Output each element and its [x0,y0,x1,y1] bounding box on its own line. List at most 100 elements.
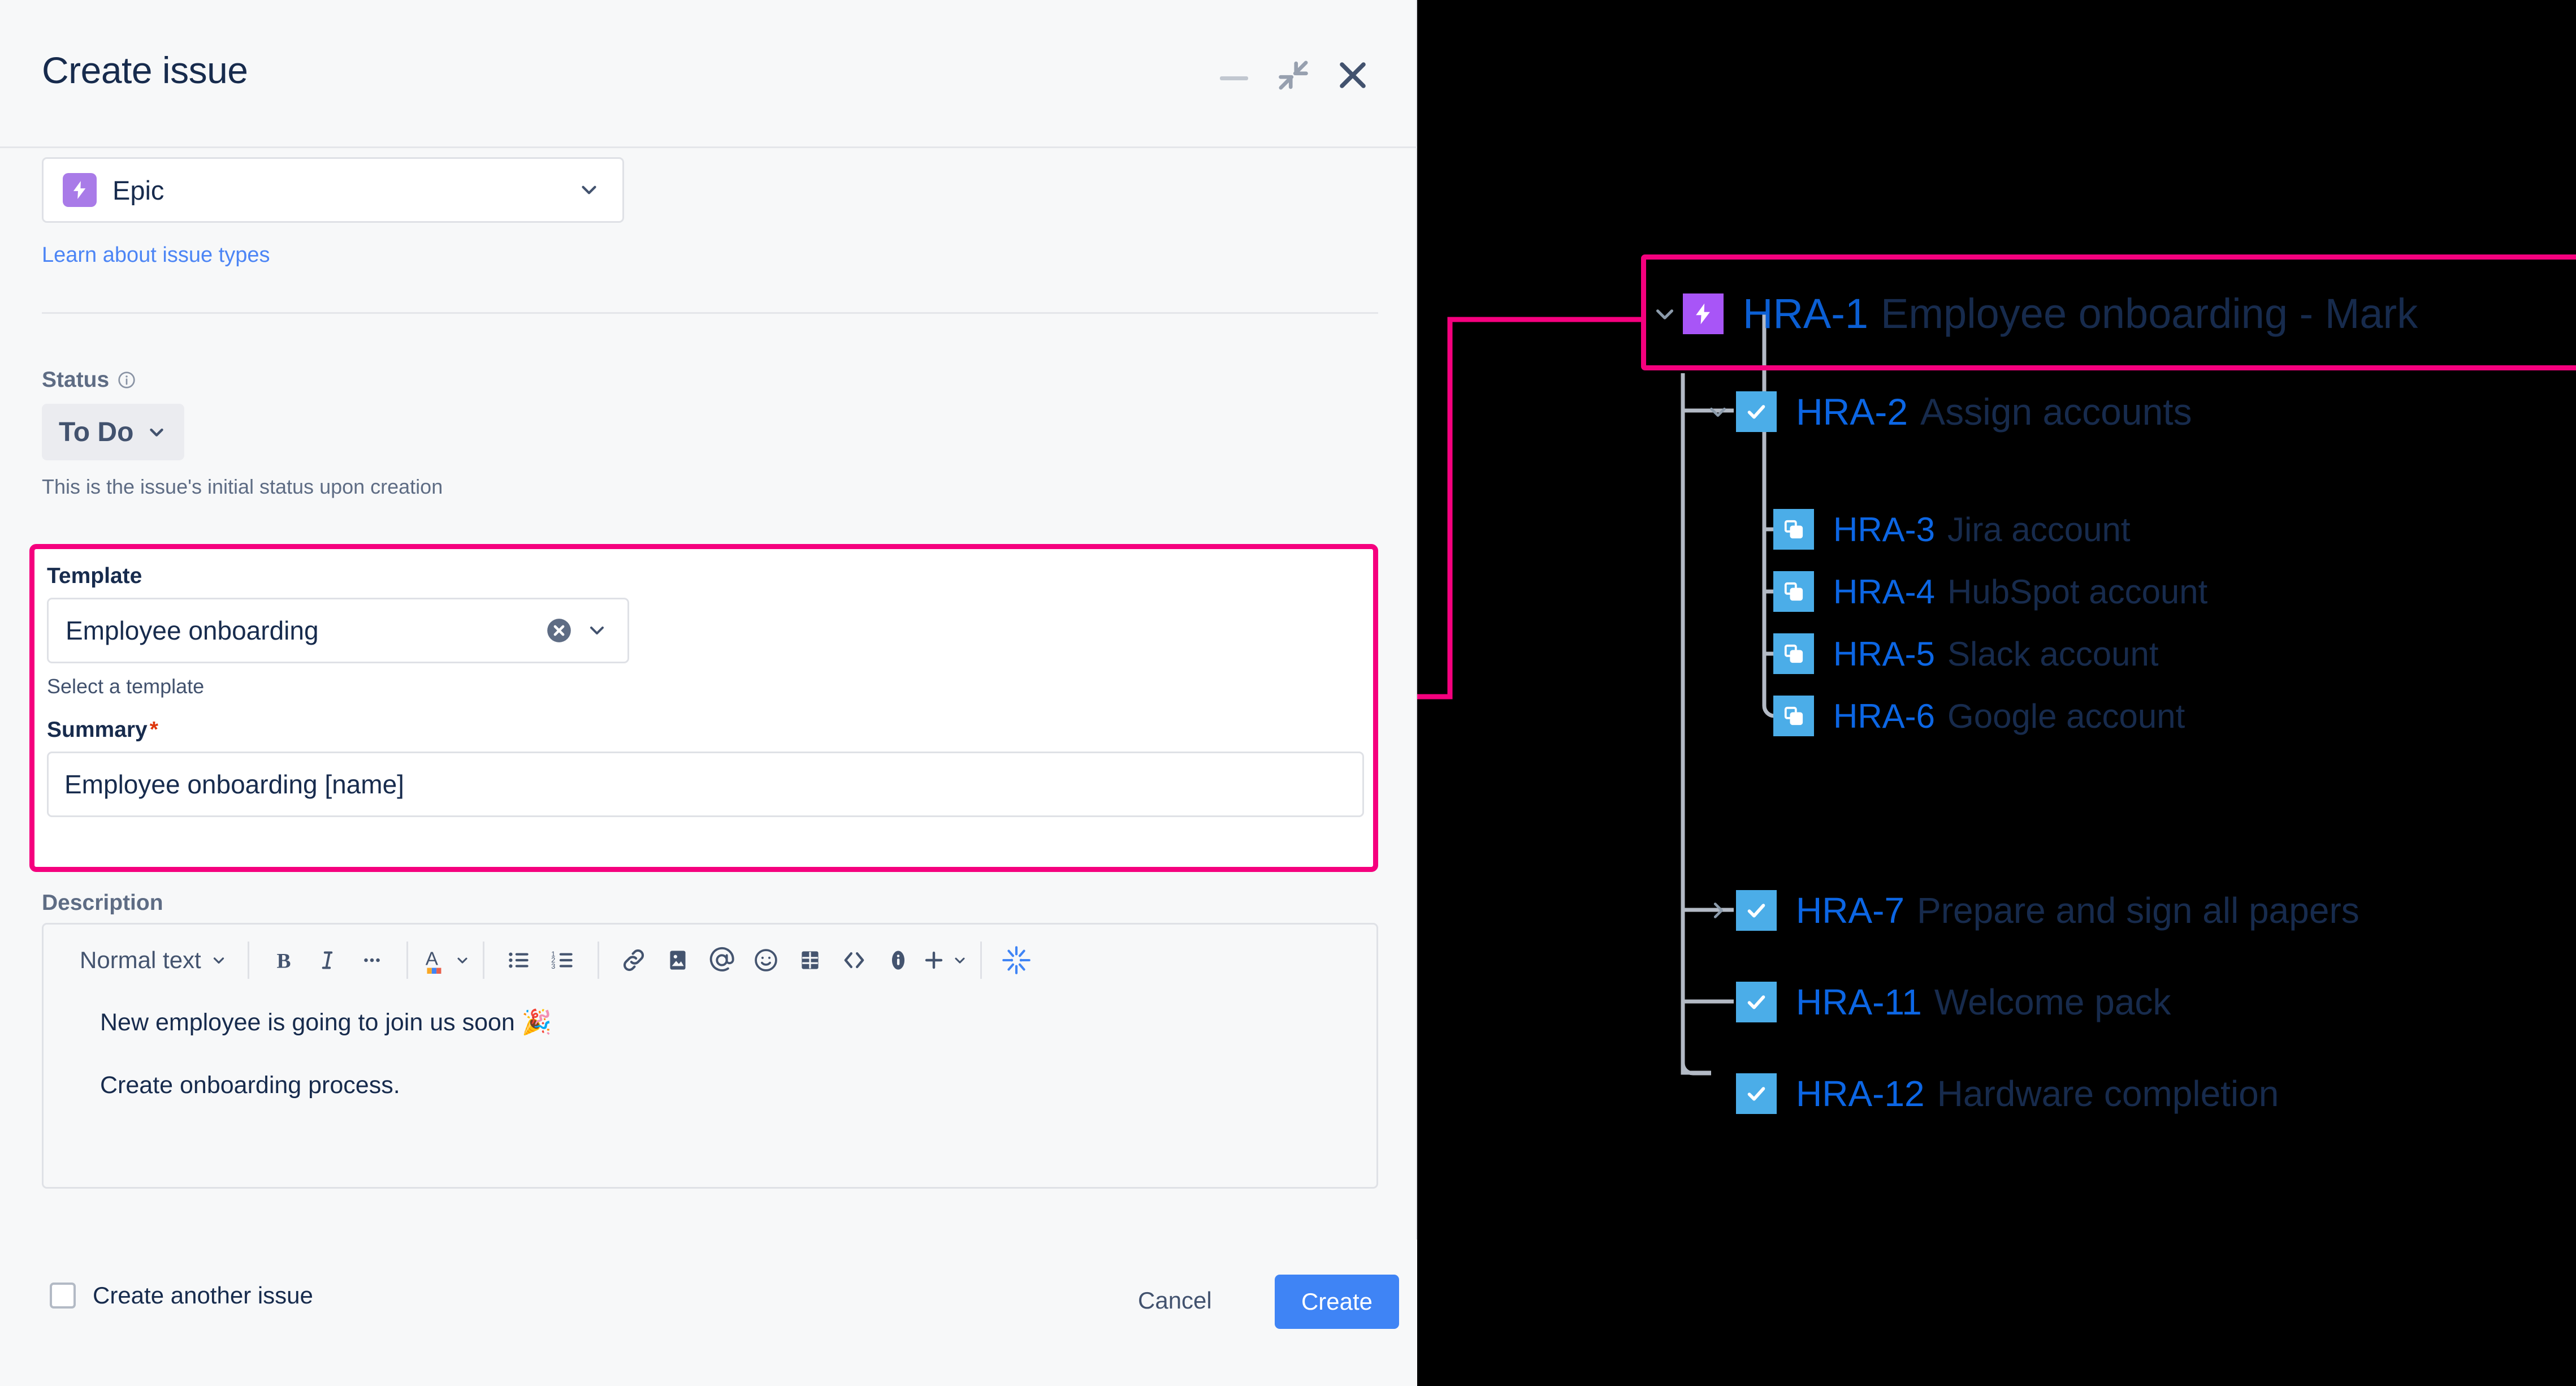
toolbar-divider [247,941,249,979]
link-icon [623,949,644,971]
issue-title: HubSpot account [1947,572,2208,611]
text-style-dropdown[interactable]: Normal text [72,938,235,982]
text-color-button[interactable]: A [421,938,470,982]
issue-key: HRA-6 [1833,697,1936,735]
issue-type-value: Epic [112,175,164,205]
toolbar-divider [980,941,982,979]
divider [42,312,1378,314]
learn-about-issue-types-link[interactable]: Learn about issue types [42,243,270,267]
collapse-chevron-icon[interactable] [1700,897,1736,923]
info-panel-icon [891,950,904,970]
numbered-list-icon: 1 2 3 [551,949,573,970]
create-button[interactable]: Create [1275,1275,1399,1329]
status-label-text: Status [42,368,110,392]
epic-icon [63,173,97,207]
expand-chevron-icon[interactable] [1700,399,1736,425]
summary-label-text: Summary [47,718,148,742]
ai-button[interactable] [994,938,1038,982]
close-icon [1340,62,1366,88]
code-button[interactable] [832,938,876,982]
svg-text:A: A [425,948,438,969]
template-select[interactable]: Employee onboarding [47,598,629,663]
issue-title: Hardware completion [1937,1073,2279,1114]
tree-row-hra-4[interactable]: HRA-4 HubSpot account [1773,571,2207,612]
issue-type-select[interactable]: Epic [42,157,624,223]
toolbar-divider [482,941,484,979]
cancel-button[interactable]: Cancel [1123,1275,1227,1327]
collapse-arrows-icon [1279,61,1308,90]
issue-key: HRA-7 [1796,890,1905,931]
bullet-list-button[interactable] [497,938,541,982]
issue-title: Jira account [1947,510,2131,549]
summary-label: Summary * [47,718,158,742]
tree-row-hra-7[interactable]: HRA-7 Prepare and sign all papers [1700,890,2359,931]
close-button[interactable] [1331,54,1374,97]
expand-chevron-icon[interactable] [1647,300,1683,328]
issue-key: HRA-12 [1796,1073,1925,1114]
modal-header: Create issue [0,0,1417,148]
issue-title: Employee onboarding - Mark [1881,290,2418,337]
subtask-icon [1773,509,1814,550]
create-issue-modal: Create issue Epic Learn about issue type… [0,0,1417,1386]
minimize-button[interactable] [1215,59,1253,93]
issue-title: Assign accounts [1920,391,2192,433]
tree-row-hra-12[interactable]: HRA-12 Hardware completion [1700,1073,2279,1115]
restore-button[interactable] [1272,54,1315,97]
create-another-issue-checkbox[interactable]: Create another issue [50,1282,313,1309]
checkbox-box [50,1283,76,1309]
ai-sparkle-icon [1002,945,1031,974]
issue-title: Prepare and sign all papers [1917,890,2359,931]
more-formatting-button[interactable] [350,938,394,982]
summary-input[interactable] [47,752,1364,817]
chevron-down-icon [457,957,467,964]
task-icon [1736,890,1777,931]
numbered-list-button[interactable]: 1 2 3 [541,938,585,982]
template-summary-highlight: Template Employee onboarding Select a te… [29,544,1378,872]
modal-footer: Create another issue Cancel Create [0,1240,1417,1386]
text-color-icon: A [425,948,441,974]
description-editor[interactable]: Normal text B A 1 2 3 New employee is go… [42,923,1378,1189]
table-button[interactable] [788,938,832,982]
issue-key: HRA-1 [1743,290,1869,337]
modal-body: Epic Learn about issue types Status To D… [0,148,1417,1240]
subtask-icon [1773,696,1814,736]
task-icon [1736,391,1777,432]
subtask-icon [1773,633,1814,674]
issue-key: HRA-11 [1796,982,1922,1022]
epic-icon [1683,293,1724,334]
tree-row-hra-6[interactable]: HRA-6 Google account [1773,696,2185,736]
italic-icon [322,951,332,969]
chevron-down-icon [150,428,164,437]
status-label: Status [42,368,136,392]
issue-title: Slack account [1947,634,2159,673]
emoji-button[interactable] [744,938,788,982]
task-icon [1736,982,1777,1022]
description-label: Description [42,891,163,915]
chevron-down-icon [213,957,224,964]
tree-row-hra-5[interactable]: HRA-5 Slack account [1773,633,2159,674]
italic-button[interactable] [306,938,350,982]
image-button[interactable] [656,938,700,982]
status-badge[interactable]: To Do [42,404,185,460]
insert-more-button[interactable] [920,938,968,982]
tree-row-hra-3[interactable]: HRA-3 Jira account [1773,509,2131,550]
info-icon[interactable] [117,370,136,390]
link-button[interactable] [612,938,656,982]
mention-button[interactable] [700,938,744,982]
plus-icon [925,951,942,969]
info-panel-button[interactable] [876,938,920,982]
description-paragraph: Create onboarding process. [100,1072,400,1099]
chevron-down-icon [955,957,965,964]
tree-row-hra-1[interactable]: HRA-1 Employee onboarding - Mark [1647,290,2418,338]
description-toolbar: Normal text B A 1 2 3 [44,925,1376,995]
image-icon [670,950,686,970]
toolbar-divider [597,941,599,979]
tree-row-hra-11[interactable]: HRA-11 Welcome pack [1700,981,2171,1023]
clear-icon[interactable] [545,616,573,645]
description-content[interactable]: New employee is going to join us soon 🎉 … [44,995,1376,1099]
tree-row-hra-2[interactable]: HRA-2 Assign accounts [1700,390,2192,433]
issue-key: HRA-5 [1833,634,1936,673]
bold-icon: B [276,949,291,973]
emoji-icon [754,948,777,972]
bold-button[interactable]: B [262,938,306,982]
